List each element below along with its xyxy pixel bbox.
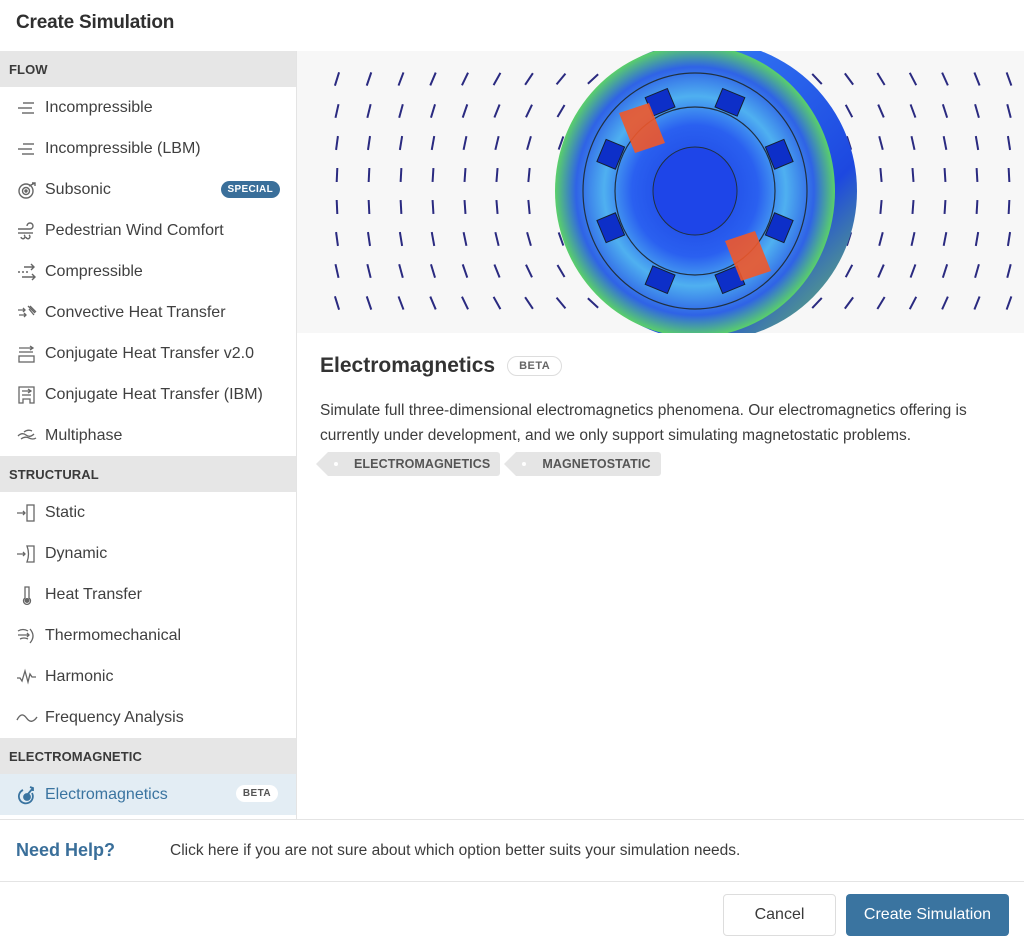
conjugate-heat-ibm-icon — [16, 385, 38, 405]
detail-description: Simulate full three-dimensional electrom… — [320, 402, 967, 444]
flow-lines-icon — [16, 98, 38, 118]
tag-electromagnetics: ELECTROMAGNETICS — [315, 452, 501, 476]
field-arrow — [1007, 167, 1011, 183]
detail-title: Electromagnetics — [320, 354, 496, 377]
thermomechanical-icon — [16, 626, 38, 646]
item-label: Pedestrian Wind Comfort — [45, 221, 224, 239]
sidebar-item-convective-heat-transfer[interactable]: Convective Heat Transfer — [0, 292, 296, 333]
field-arrow — [495, 199, 499, 215]
sidebar-item-thermomechanical[interactable]: Thermomechanical — [0, 615, 296, 656]
detail-beta-badge: BETA — [507, 356, 563, 376]
item-label: Thermomechanical — [45, 626, 182, 644]
sidebar-item-heat-transfer[interactable]: Heat Transfer — [0, 574, 296, 615]
field-arrow — [463, 199, 467, 215]
field-arrow — [431, 199, 435, 215]
cancel-button[interactable]: Cancel — [723, 894, 836, 936]
field-arrow — [495, 167, 499, 183]
sidebar-item-conjugate-heat-transfer-v2[interactable]: Conjugate Heat Transfer v2.0 — [0, 333, 296, 374]
harmonic-wave-icon — [16, 667, 38, 687]
item-label: Static — [45, 503, 86, 521]
conjugate-heat-icon — [16, 344, 38, 364]
help-text-link[interactable]: Click here if you are not sure about whi… — [170, 842, 740, 860]
field-arrow — [975, 167, 979, 183]
item-label: Conjugate Heat Transfer v2.0 — [45, 344, 255, 362]
item-label: Electromagnetics — [45, 785, 168, 803]
compressible-arrows-icon — [16, 262, 38, 282]
help-bar[interactable]: Need Help? Click here if you are not sur… — [0, 819, 1024, 882]
sidebar-item-multiphase[interactable]: Multiphase — [0, 415, 296, 456]
need-help-link[interactable]: Need Help? — [16, 840, 170, 861]
sidebar-item-frequency-analysis[interactable]: Frequency Analysis — [0, 697, 296, 738]
field-arrow — [879, 199, 883, 215]
sidebar-item-static[interactable]: Static — [0, 492, 296, 533]
sidebar-item-harmonic[interactable]: Harmonic — [0, 656, 296, 697]
field-arrow — [943, 199, 947, 215]
beta-badge: BETA — [235, 785, 278, 802]
sidebar-item-dynamic[interactable]: Dynamic — [0, 533, 296, 574]
item-label: Incompressible (LBM) — [45, 139, 201, 157]
field-arrow — [911, 199, 915, 215]
thermometer-icon — [16, 585, 38, 605]
sidebar-item-compressible[interactable]: Compressible — [0, 251, 296, 292]
item-label: Frequency Analysis — [45, 708, 184, 726]
sidebar-item-electromagnetics[interactable]: Electromagnetics BETA — [0, 774, 296, 815]
field-arrow — [527, 167, 531, 183]
section-header-structural: STRUCTURAL — [0, 456, 296, 492]
detail-tags: ELECTROMAGNETICS MAGNETOSTATIC — [315, 452, 1010, 476]
tag-magnetostatic: MAGNETOSTATIC — [504, 452, 661, 476]
field-arrow — [911, 167, 915, 183]
sidebar-item-incompressible-lbm[interactable]: Incompressible (LBM) — [0, 128, 296, 169]
item-label: Convective Heat Transfer — [45, 303, 226, 321]
rotor-core — [652, 146, 738, 236]
item-label: Incompressible — [45, 98, 153, 116]
section-header-flow: FLOW — [0, 51, 296, 87]
create-simulation-button[interactable]: Create Simulation — [846, 894, 1009, 936]
field-arrow — [463, 167, 467, 183]
multiphase-waves-icon — [16, 426, 38, 446]
field-arrow — [367, 167, 371, 183]
sidebar-item-incompressible[interactable]: Incompressible — [0, 87, 296, 128]
convective-heat-icon — [16, 303, 38, 323]
sidebar-item-conjugate-heat-transfer-ibm[interactable]: Conjugate Heat Transfer (IBM) — [0, 374, 296, 415]
field-arrow — [1007, 199, 1011, 215]
field-arrow — [879, 167, 883, 183]
field-arrow — [335, 199, 339, 215]
electromagnetics-icon — [16, 785, 38, 805]
field-arrow — [367, 199, 371, 215]
item-label: Multiphase — [45, 426, 123, 444]
field-arrow — [399, 167, 403, 183]
simulation-preview-image — [297, 51, 1024, 333]
field-arrow — [431, 167, 435, 183]
field-arrow — [975, 199, 979, 215]
sidebar-item-pedestrian-wind-comfort[interactable]: Pedestrian Wind Comfort — [0, 210, 296, 251]
item-label: Harmonic — [45, 667, 114, 685]
dialog-title: Create Simulation — [16, 12, 175, 33]
sine-wave-icon — [16, 708, 38, 728]
static-load-icon — [16, 503, 38, 523]
item-label: Compressible — [45, 262, 143, 280]
field-arrow — [527, 199, 531, 215]
electromagnetic-field-illustration — [297, 51, 1024, 333]
section-header-electromagnetic: ELECTROMAGNETIC — [0, 738, 296, 774]
field-arrow — [399, 199, 403, 215]
special-badge: SPECIAL — [220, 181, 280, 198]
dynamic-load-icon — [16, 544, 38, 564]
simulation-type-sidebar: FLOW Incompressible Incompressible (LBM)… — [0, 51, 297, 819]
item-label: Subsonic — [45, 180, 111, 198]
item-label: Dynamic — [45, 544, 108, 562]
subsonic-icon — [16, 180, 38, 200]
sidebar-item-subsonic[interactable]: Subsonic SPECIAL — [0, 169, 296, 210]
wind-icon — [16, 221, 38, 241]
item-label: Heat Transfer — [45, 585, 142, 603]
field-arrow — [943, 167, 947, 183]
simulation-detail: Electromagnetics BETA Simulate full thre… — [315, 354, 1010, 476]
flow-lines-icon — [16, 139, 38, 159]
item-label: Conjugate Heat Transfer (IBM) — [45, 385, 263, 403]
field-arrow — [335, 167, 339, 183]
dialog-footer: Cancel Create Simulation — [0, 882, 1024, 945]
